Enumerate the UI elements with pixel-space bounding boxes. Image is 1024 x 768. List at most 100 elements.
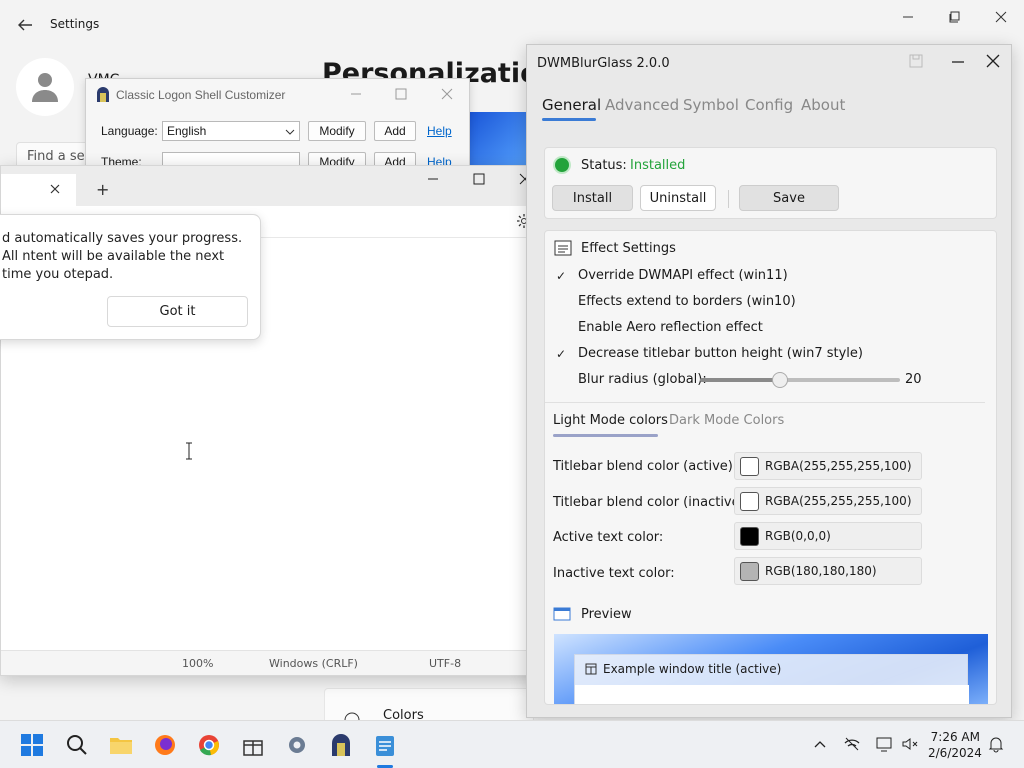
status-dot: [555, 158, 569, 172]
option-label: Override DWMAPI effect (win11): [578, 268, 788, 283]
install-button[interactable]: Install: [552, 185, 633, 211]
divider: [728, 190, 729, 208]
status-card: Status: Installed Install Uninstall Save: [544, 147, 997, 219]
window-icon: [585, 663, 597, 675]
volume-muted-icon[interactable]: [901, 735, 921, 755]
checkbox-override-dwmapi[interactable]: ✓: [554, 269, 568, 283]
chevron-up-icon[interactable]: [811, 735, 831, 755]
back-arrow-icon[interactable]: [14, 14, 36, 36]
uninstall-button[interactable]: Uninstall: [640, 185, 716, 211]
close-icon[interactable]: [986, 54, 1000, 68]
checkbox-blur-radius[interactable]: [554, 373, 568, 387]
gift-app-icon[interactable]: [239, 731, 267, 759]
divider: [545, 402, 985, 403]
new-tab-button[interactable]: +: [96, 180, 109, 199]
color-swatch: [740, 562, 759, 581]
color-picker-inactive-blend[interactable]: RGBA(255,255,255,100): [734, 487, 922, 515]
checkbox-extend-borders[interactable]: [554, 295, 568, 309]
close-icon[interactable]: [440, 87, 458, 103]
notification-bell-icon[interactable]: [987, 735, 1007, 755]
color-tab-indicator: [553, 434, 658, 437]
clock[interactable]: 7:26 AM 2/6/2024: [928, 729, 982, 761]
color-label: Titlebar blend color (inactive):: [553, 495, 750, 510]
preview-wallpaper: Example window title (active): [554, 634, 988, 704]
color-picker-active-text[interactable]: RGB(0,0,0): [734, 522, 922, 550]
tab-symbol[interactable]: Symbol: [683, 96, 739, 114]
blur-slider-fill: [700, 378, 780, 382]
color-label: Titlebar blend color (active):: [553, 459, 738, 474]
save-button[interactable]: Save: [739, 185, 839, 211]
start-button[interactable]: [18, 731, 46, 759]
text-cursor-icon: [185, 442, 193, 460]
color-swatch: [740, 457, 759, 476]
color-swatch: [740, 527, 759, 546]
window-title: Classic Logon Shell Customizer: [116, 88, 286, 102]
language-select[interactable]: English: [162, 121, 300, 141]
tab-untitled[interactable]: [1, 174, 76, 206]
display-icon[interactable]: [875, 735, 895, 755]
example-window: Example window title (active): [574, 654, 969, 704]
zoom-level[interactable]: 100%: [182, 657, 213, 670]
window-title: DWMBlurGlass 2.0.0: [537, 56, 670, 71]
chrome-icon[interactable]: [195, 731, 223, 759]
encoding[interactable]: UTF-8: [429, 657, 461, 670]
minimize-icon[interactable]: [426, 172, 440, 186]
color-value: RGBA(255,255,255,100): [765, 459, 912, 473]
maximize-icon[interactable]: [394, 87, 412, 103]
language-label: Language:: [101, 124, 158, 138]
tab-about[interactable]: About: [801, 96, 845, 114]
tab-config[interactable]: Config: [745, 96, 793, 114]
date: 2/6/2024: [928, 746, 982, 760]
preview-label: Preview: [581, 607, 632, 622]
classic-logon-app-icon[interactable]: [327, 731, 355, 759]
network-icon[interactable]: [843, 735, 863, 755]
color-swatch: [740, 492, 759, 511]
notepad-app-icon[interactable]: [371, 731, 399, 759]
autosave-tip: d automatically saves your progress. All…: [0, 214, 261, 340]
blur-slider-track[interactable]: [700, 372, 900, 388]
color-picker-active-blend[interactable]: RGBA(255,255,255,100): [734, 452, 922, 480]
color-value: RGB(0,0,0): [765, 529, 831, 543]
maximize-icon[interactable]: [939, 6, 971, 28]
checkbox-aero-reflection[interactable]: [554, 321, 568, 335]
file-explorer-icon[interactable]: [107, 731, 135, 759]
option-label: Decrease titlebar button height (win7 st…: [578, 346, 863, 361]
firefox-icon[interactable]: [151, 731, 179, 759]
classic-logon-window: Classic Logon Shell Customizer Language:…: [85, 78, 470, 173]
minimize-icon[interactable]: [349, 87, 367, 103]
dwmblurglass-window: DWMBlurGlass 2.0.0 General Advanced Symb…: [526, 44, 1012, 718]
color-label: Active text color:: [553, 530, 664, 545]
tip-text: d automatically saves your progress. All…: [2, 231, 243, 282]
time: 7:26 AM: [930, 730, 980, 744]
color-value: RGB(180,180,180): [765, 564, 877, 578]
blur-slider-thumb[interactable]: [772, 372, 788, 388]
tab-general[interactable]: General: [542, 96, 601, 114]
got-it-button[interactable]: Got it: [107, 296, 248, 327]
close-tab-icon[interactable]: [49, 183, 61, 195]
effect-settings-title: Effect Settings: [581, 241, 676, 256]
color-label: Inactive text color:: [553, 566, 675, 581]
save-icon[interactable]: [909, 54, 923, 68]
taskbar: 7:26 AM 2/6/2024: [0, 720, 1024, 768]
settings-list-icon: [554, 240, 572, 256]
tab-dark-mode[interactable]: Dark Mode Colors: [669, 413, 784, 428]
avatar: [16, 58, 74, 116]
line-ending[interactable]: Windows (CRLF): [269, 657, 358, 670]
maximize-icon[interactable]: [472, 172, 486, 186]
example-window-title: Example window title (active): [603, 662, 782, 676]
app-icon: [96, 86, 110, 103]
tab-advanced[interactable]: Advanced: [605, 96, 679, 114]
language-value: English: [167, 124, 207, 138]
help-link[interactable]: Help: [427, 124, 452, 138]
minimize-icon[interactable]: [951, 55, 965, 69]
minimize-icon[interactable]: [892, 6, 924, 28]
checkbox-decrease-titlebar[interactable]: ✓: [554, 347, 568, 361]
tab-light-mode[interactable]: Light Mode colors: [553, 413, 668, 428]
tab-indicator: [542, 118, 596, 121]
modify-button[interactable]: Modify: [308, 121, 366, 141]
color-picker-inactive-text[interactable]: RGB(180,180,180): [734, 557, 922, 585]
search-icon[interactable]: [63, 731, 91, 759]
close-icon[interactable]: [985, 6, 1017, 28]
settings-gear-icon[interactable]: [283, 731, 311, 759]
add-button[interactable]: Add: [374, 121, 416, 141]
